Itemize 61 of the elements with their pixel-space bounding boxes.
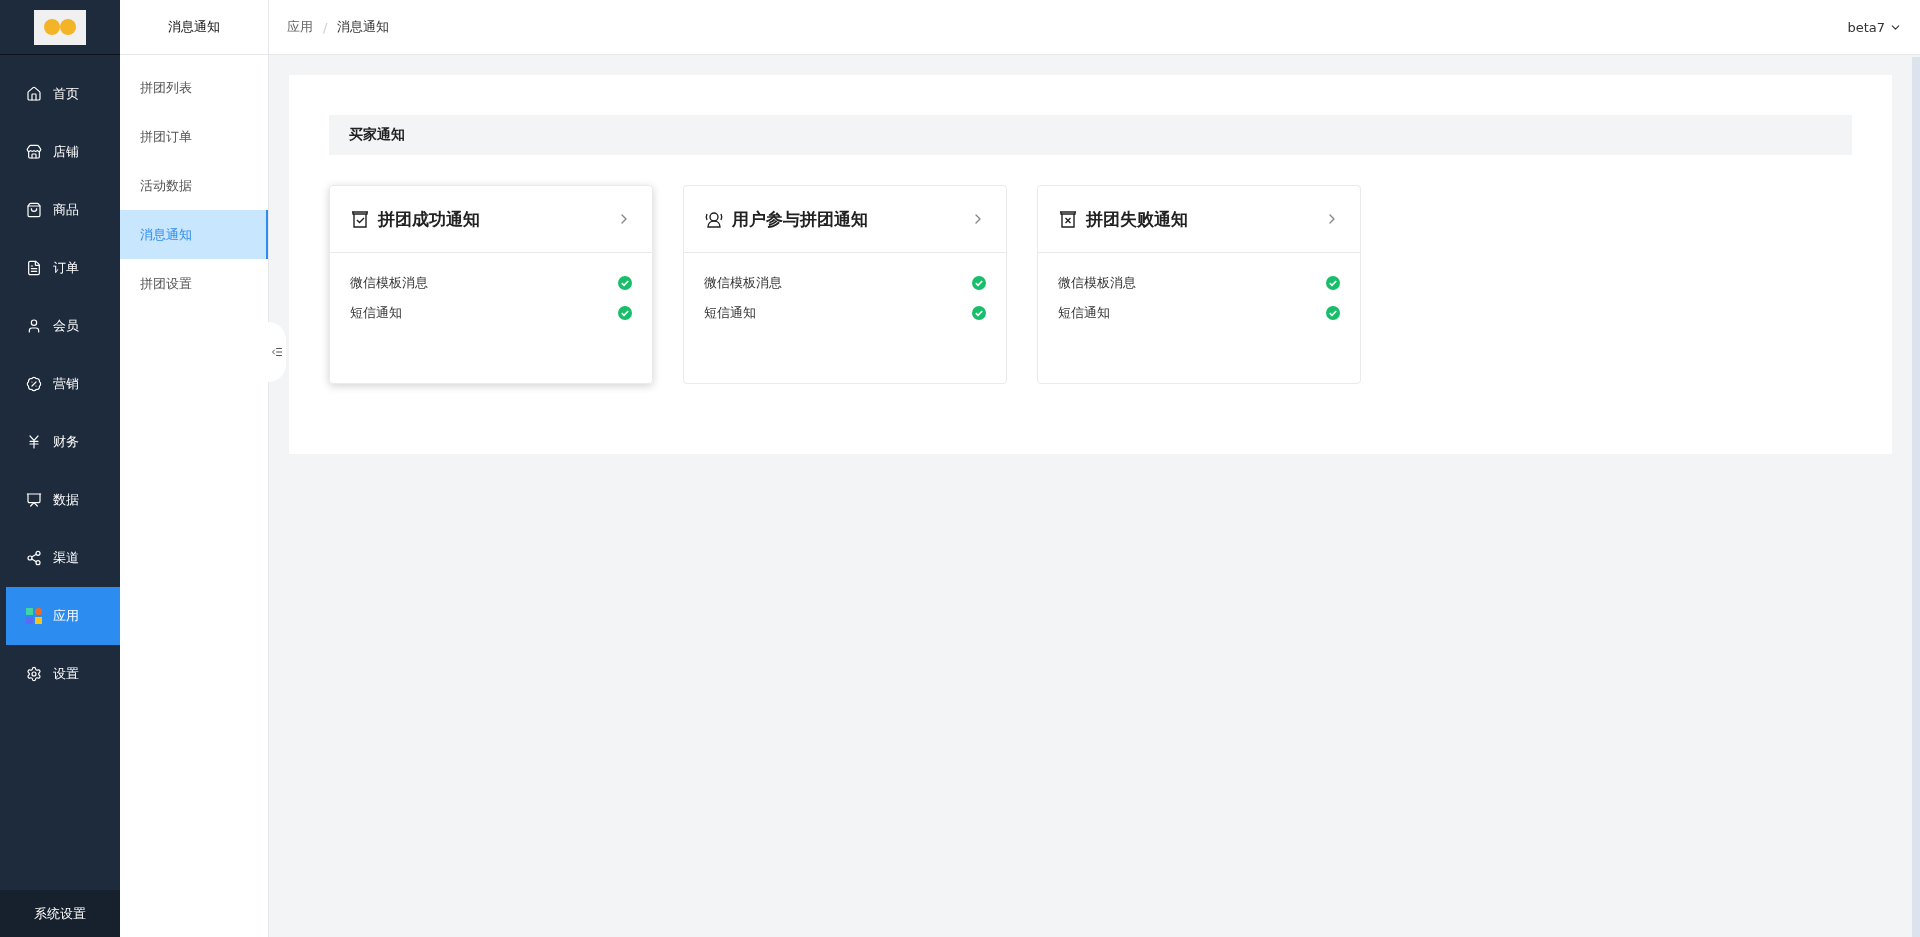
- submenu-title: 消息通知: [120, 0, 268, 55]
- notification-card[interactable]: 拼团失败通知 微信模板消息 短信通知: [1037, 185, 1361, 384]
- document-icon: [26, 260, 42, 276]
- channel-label: 短信通知: [704, 304, 756, 322]
- nav-label: 渠道: [53, 549, 79, 567]
- nav-item[interactable]: 商品: [6, 181, 120, 239]
- nav-label: 财务: [53, 433, 79, 451]
- percent-badge-icon: [26, 376, 42, 392]
- store-icon: [26, 144, 42, 160]
- section-title: 买家通知: [329, 115, 1852, 155]
- breadcrumb-item[interactable]: 应用: [287, 18, 313, 36]
- app-grid-icon: [26, 608, 42, 624]
- channel-label: 短信通知: [1058, 304, 1110, 322]
- card-title: 拼团成功通知: [378, 207, 481, 231]
- collapse-handle[interactable]: [268, 322, 286, 382]
- chart-board-icon: [26, 492, 42, 508]
- nav-item[interactable]: 订单: [6, 239, 120, 297]
- breadcrumb-item: 消息通知: [337, 18, 390, 36]
- nav-item[interactable]: 渠道: [6, 529, 120, 587]
- notification-card[interactable]: 用户参与拼团通知 微信模板消息 短信通知: [683, 185, 1007, 384]
- nav-label: 设置: [53, 665, 79, 683]
- settings-icon: [26, 666, 42, 682]
- user-menu[interactable]: beta7: [1847, 19, 1902, 35]
- nav-item[interactable]: 数据: [6, 471, 120, 529]
- user-icon: [26, 318, 42, 334]
- submenu-item[interactable]: 拼团订单: [120, 112, 268, 161]
- channel-label: 微信模板消息: [704, 274, 782, 292]
- channel-label: 微信模板消息: [1058, 274, 1136, 292]
- nav-label: 数据: [53, 491, 79, 509]
- nav-label: 营销: [53, 375, 79, 393]
- collapse-icon: [271, 346, 283, 358]
- nav-item[interactable]: 店铺: [6, 123, 120, 181]
- card-title: 用户参与拼团通知: [732, 207, 869, 231]
- nav-item[interactable]: 设置: [6, 645, 120, 703]
- nav-item[interactable]: 首页: [6, 65, 120, 123]
- nav-label: 订单: [53, 259, 79, 277]
- nav-label: 应用: [53, 607, 79, 625]
- nav-item[interactable]: 营销: [6, 355, 120, 413]
- channel-label: 短信通知: [350, 304, 402, 322]
- submenu-item[interactable]: 拼团设置: [120, 259, 268, 308]
- system-settings-link[interactable]: 系统设置: [0, 890, 120, 937]
- share-nodes-icon: [26, 550, 42, 566]
- tray-check-icon: [350, 209, 370, 229]
- channel-label: 微信模板消息: [350, 274, 428, 292]
- logo-image: [34, 9, 86, 45]
- bag-icon: [26, 202, 42, 218]
- nav-label: 会员: [53, 317, 79, 335]
- yen-icon: [26, 434, 42, 450]
- breadcrumb-separator: /: [323, 19, 328, 35]
- nav-label: 店铺: [53, 143, 79, 161]
- submenu-item[interactable]: 活动数据: [120, 161, 268, 210]
- person-signal-icon: [704, 209, 724, 229]
- card-title: 拼团失败通知: [1086, 207, 1189, 231]
- notification-card[interactable]: 拼团成功通知 微信模板消息 短信通知: [329, 185, 653, 384]
- tray-cross-icon: [1058, 209, 1078, 229]
- nav-item[interactable]: 财务: [6, 413, 120, 471]
- nav-label: 首页: [53, 85, 79, 103]
- home-icon: [26, 86, 42, 102]
- submenu-item[interactable]: 拼团列表: [120, 63, 268, 112]
- nav-item[interactable]: 会员: [6, 297, 120, 355]
- nav-label: 商品: [53, 201, 79, 219]
